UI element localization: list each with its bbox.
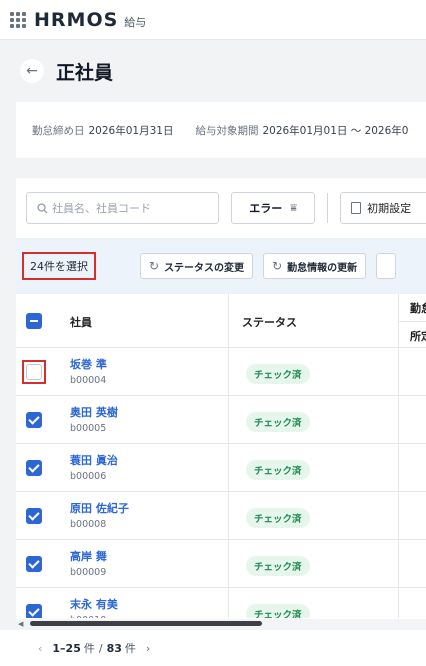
change-status-button[interactable]: ↻ ステータスの変更 <box>140 253 254 279</box>
employee-name-link[interactable]: 蓑田 眞治 <box>70 452 118 468</box>
column-divider <box>398 348 399 618</box>
row-checkbox[interactable] <box>26 604 42 618</box>
table-row[interactable]: 蓑田 眞治 b00006 チェック済 <box>16 444 426 492</box>
row-checkbox[interactable] <box>26 412 42 428</box>
row-checkbox[interactable] <box>26 508 42 524</box>
employee-code: b00009 <box>70 567 107 578</box>
table-row[interactable]: 原田 佐紀子 b00008 チェック済 <box>16 492 426 540</box>
column-group-attendance: 勤怠 <box>410 302 426 315</box>
divider <box>327 193 329 223</box>
employee-name-link[interactable]: 原田 佐紀子 <box>70 500 129 516</box>
pagination: ‹ 1–25 件 / 83 件 › <box>0 630 426 666</box>
table-row[interactable]: 坂巻 準 b00004 チェック済 <box>16 348 426 396</box>
search-input[interactable]: 社員名、社員コード <box>26 192 220 224</box>
filter-icon: ⩸ <box>290 201 297 214</box>
top-bar: HRMOS 給与 <box>0 0 426 40</box>
employee-code: b00010 <box>70 615 106 618</box>
scrollbar-thumb[interactable] <box>30 621 262 626</box>
employee-code: b00006 <box>70 471 107 482</box>
update-attendance-button[interactable]: ↻ 勤怠情報の更新 <box>263 253 367 279</box>
horizontal-scrollbar[interactable]: ◀ <box>16 619 426 628</box>
row-checkbox[interactable] <box>26 364 42 380</box>
initial-settings-button[interactable]: 初期設定 <box>340 192 426 224</box>
page-sep: / <box>98 641 103 655</box>
back-arrow-icon[interactable]: ← <box>20 59 44 83</box>
select-all-checkbox[interactable] <box>26 313 42 329</box>
search-icon <box>37 202 48 214</box>
change-status-label: ステータスの変更 <box>164 262 245 274</box>
error-filter-button[interactable]: エラー ⩸ <box>231 192 316 224</box>
column-divider <box>228 294 229 348</box>
column-status: ステータス <box>242 316 297 329</box>
employee-name-link[interactable]: 末永 有美 <box>70 596 118 612</box>
row-checkbox[interactable] <box>26 460 42 476</box>
column-scheduled: 所定 <box>410 330 426 343</box>
page-range-unit: 件 <box>83 642 95 655</box>
status-badge: チェック済 <box>246 604 310 618</box>
target-period-label: 給与対象期間 <box>195 124 259 137</box>
status-badge: チェック済 <box>246 412 310 432</box>
update-attendance-label: 勤怠情報の更新 <box>287 262 358 274</box>
column-divider <box>228 348 229 618</box>
column-employee: 社員 <box>70 316 92 329</box>
total-count: 83 <box>106 641 122 655</box>
more-action-button[interactable] <box>376 253 397 279</box>
total-unit: 件 <box>124 642 136 655</box>
header-divider <box>398 321 426 322</box>
table-row[interactable]: 高岸 舞 b00009 チェック済 <box>16 540 426 588</box>
initial-settings-label: 初期設定 <box>367 202 412 215</box>
page-title: 正社員 <box>56 61 114 84</box>
app-grid-icon[interactable] <box>10 11 26 28</box>
employee-code: b00005 <box>70 423 107 434</box>
scroll-left-icon[interactable]: ◀ <box>18 620 23 628</box>
employee-name-link[interactable]: 奥田 英樹 <box>70 404 118 420</box>
search-placeholder: 社員名、社員コード <box>52 202 151 215</box>
status-badge: チェック済 <box>246 460 310 480</box>
employee-code: b00004 <box>70 375 107 386</box>
status-badge: チェック済 <box>246 508 310 528</box>
product-name: 給与 <box>124 15 147 29</box>
bulk-action-bar: 24件を選択 ↻ ステータスの変更 ↻ 勤怠情報の更新 <box>16 238 426 294</box>
row-checkbox-highlight <box>22 360 46 384</box>
table-header: 社員 ステータス 勤怠 所定 <box>16 294 426 348</box>
table-body: 坂巻 準 b00004 チェック済 奥田 英樹 b00005 チェック済 蓑田 … <box>16 348 426 618</box>
table-row[interactable]: 奥田 英樹 b00005 チェック済 <box>16 396 426 444</box>
error-filter-label: エラー <box>249 202 283 215</box>
status-badge: チェック済 <box>246 364 310 384</box>
employee-panel: 社員名、社員コード エラー ⩸ 初期設定 24件を選択 ↻ ステータスの変更 ↻… <box>16 178 426 628</box>
row-checkbox[interactable] <box>26 556 42 572</box>
closing-date-label: 勤怠締め日 <box>32 124 85 137</box>
status-badge: チェック済 <box>246 556 310 576</box>
table-row[interactable]: 末永 有美 b00010 チェック済 <box>16 588 426 618</box>
selected-count: 24件を選択 <box>22 252 96 280</box>
refresh-icon: ↻ <box>272 259 283 273</box>
page-range: 1–25 <box>52 641 81 655</box>
period-card: 勤怠締め日 2026年01月31日 給与対象期間 2026年01月01日 ～ 2… <box>16 102 426 158</box>
hrmos-logo[interactable]: HRMOS <box>34 9 118 31</box>
next-page-icon[interactable]: › <box>146 642 150 655</box>
employee-name-link[interactable]: 高岸 舞 <box>70 548 107 564</box>
title-bar: ← 正社員 <box>0 41 426 101</box>
filter-bar: 社員名、社員コード エラー ⩸ 初期設定 <box>16 178 426 238</box>
prev-page-icon[interactable]: ‹ <box>38 642 42 655</box>
employee-name-link[interactable]: 坂巻 準 <box>70 356 107 372</box>
employee-code: b00008 <box>70 519 107 530</box>
refresh-icon: ↻ <box>149 259 160 273</box>
closing-date-value: 2026年01月31日 <box>88 124 174 137</box>
document-icon <box>351 202 362 214</box>
target-period-value: 2026年01月01日 ～ 2026年0 <box>262 124 409 137</box>
